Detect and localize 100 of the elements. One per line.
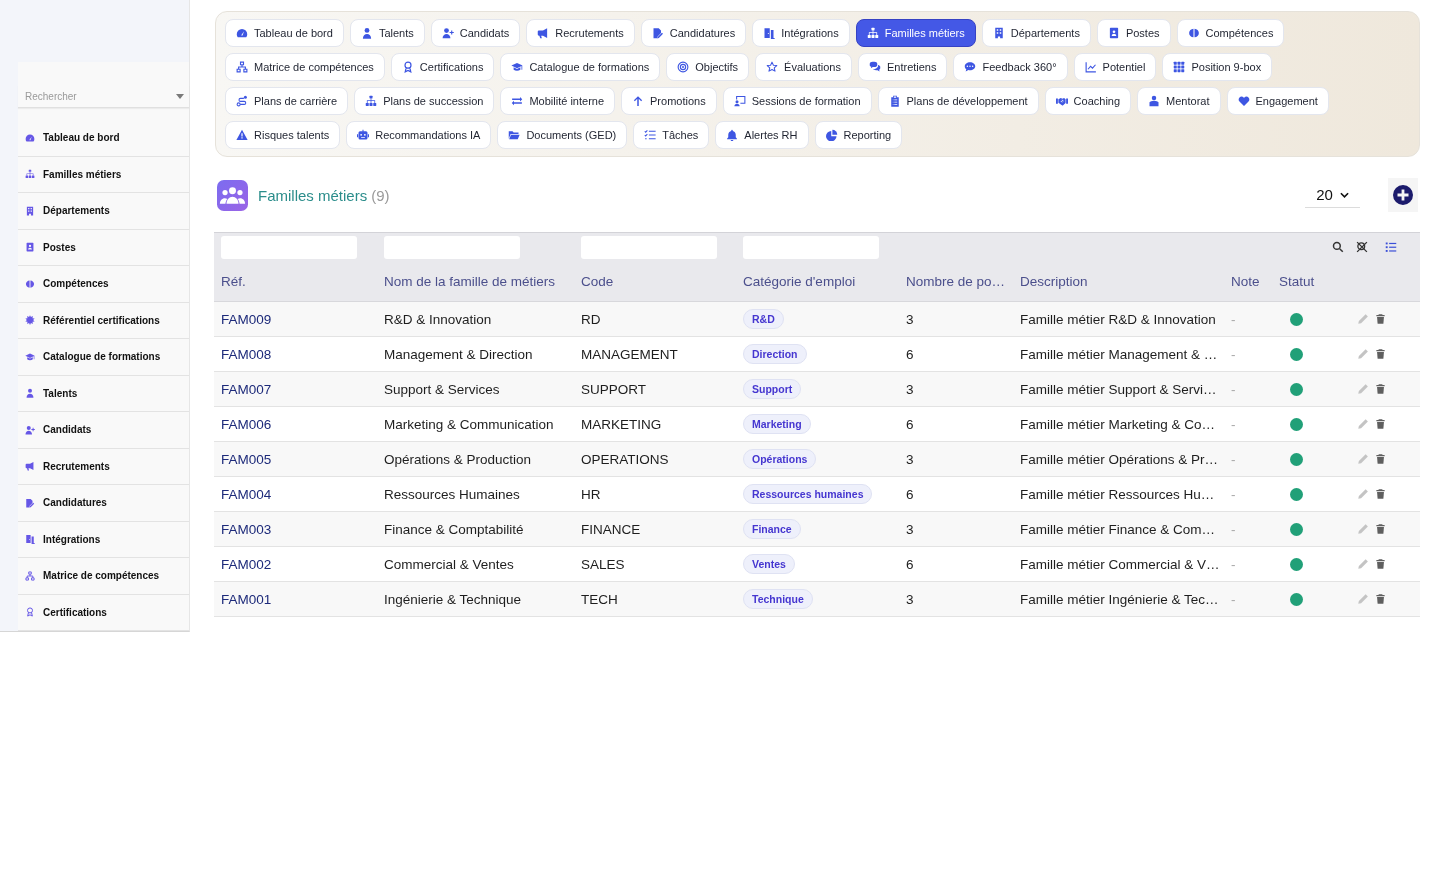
record-link[interactable]: FAM002 <box>221 556 272 572</box>
tab[interactable]: Catalogue de formations <box>500 53 661 81</box>
person-plus-icon <box>25 424 35 435</box>
table-cell: - <box>1224 476 1272 512</box>
record-link[interactable]: FAM008 <box>221 346 272 362</box>
record-link[interactable]: FAM005 <box>221 451 272 467</box>
seal-icon <box>25 315 35 326</box>
tab[interactable]: Recommandations IA <box>346 121 492 149</box>
tab[interactable]: Mentorat <box>1137 87 1221 115</box>
sidebar-item[interactable]: Intégrations <box>18 521 189 558</box>
trash-icon[interactable] <box>1375 313 1386 325</box>
category-tag: R&D <box>743 309 784 329</box>
tab[interactable]: Entretiens <box>857 53 948 81</box>
tab[interactable]: Familles métiers <box>855 19 976 47</box>
search-off-icon[interactable] <box>1356 241 1368 253</box>
tab[interactable]: Plans de carrière <box>225 87 349 115</box>
trash-icon[interactable] <box>1375 523 1386 535</box>
exchange-arrows-icon <box>511 95 524 107</box>
trash-icon[interactable] <box>1375 348 1386 360</box>
grid-icon <box>1173 61 1186 73</box>
tab[interactable]: Potentiel <box>1073 53 1157 81</box>
tab[interactable]: Plans de succession <box>354 87 495 115</box>
tab[interactable]: Alertes RH <box>715 121 809 149</box>
record-link[interactable]: FAM003 <box>221 521 272 537</box>
sidebar-item[interactable]: Certifications <box>18 594 189 631</box>
sidebar-item[interactable]: Tableau de bord <box>18 120 189 157</box>
tab[interactable]: Risques talents <box>225 121 341 149</box>
trash-icon[interactable] <box>1375 558 1386 570</box>
record-link[interactable]: FAM006 <box>221 416 272 432</box>
table-cell: 3 <box>899 301 1013 337</box>
table-cell: SALES <box>574 546 736 582</box>
sidebar-item[interactable]: Matrice de compétences <box>18 558 189 595</box>
tab[interactable]: Certifications <box>390 53 495 81</box>
sidebar-item[interactable]: Compétences <box>18 266 189 303</box>
id-card-icon <box>25 242 35 253</box>
person-icon <box>25 388 35 399</box>
search-icon[interactable] <box>1332 241 1344 253</box>
table-cell: 6 <box>899 406 1013 442</box>
tab[interactable]: Promotions <box>621 87 717 115</box>
tab[interactable]: Évaluations <box>755 53 852 81</box>
sidebar-item[interactable]: Talents <box>18 375 189 412</box>
award-icon <box>401 61 414 73</box>
table-cell: Support & Services <box>377 371 574 407</box>
table-cell: 3 <box>899 441 1013 477</box>
page-size-select[interactable]: 20 <box>1305 182 1360 208</box>
line-chart-icon <box>1084 61 1097 73</box>
page-title: Familles métiers <box>258 186 368 204</box>
add-button[interactable] <box>1388 178 1418 212</box>
search-field[interactable]: Rechercher <box>25 90 176 102</box>
record-link[interactable]: FAM001 <box>221 591 272 607</box>
record-link[interactable]: FAM009 <box>221 311 272 327</box>
megaphone-icon <box>25 461 35 472</box>
sidebar-item[interactable]: Catalogue de formations <box>18 339 189 376</box>
tab[interactable]: Compétences <box>1176 19 1285 47</box>
sidebar-item[interactable]: Départements <box>18 193 189 230</box>
tab[interactable]: Reporting <box>814 121 903 149</box>
sidebar-item[interactable]: Recrutements <box>18 448 189 485</box>
tab[interactable]: Candidatures <box>640 19 747 47</box>
table-cell: - <box>1224 371 1272 407</box>
sidebar-item[interactable]: Candidatures <box>18 485 189 522</box>
tab[interactable]: Sessions de formation <box>722 87 872 115</box>
chat-dots-icon <box>964 61 977 73</box>
tab[interactable]: Matrice de compétences <box>225 53 385 81</box>
tab[interactable]: Plans de développement <box>877 87 1039 115</box>
list-icon[interactable] <box>1385 241 1397 253</box>
trash-icon[interactable] <box>1375 488 1386 500</box>
sidebar-item[interactable]: Postes <box>18 229 189 266</box>
network-icon <box>25 570 35 581</box>
tab[interactable]: Candidats <box>430 19 521 47</box>
trash-icon[interactable] <box>1375 418 1386 430</box>
trash-icon[interactable] <box>1375 383 1386 395</box>
tab[interactable]: Position 9-box <box>1162 53 1273 81</box>
sidebar-item[interactable]: Candidats <box>18 412 189 449</box>
tab[interactable]: Objectifs <box>666 53 750 81</box>
table-cell: - <box>1224 336 1272 372</box>
heart-icon <box>1237 95 1250 107</box>
tab[interactable]: Intégrations <box>752 19 850 47</box>
trash-icon[interactable] <box>1375 593 1386 605</box>
tab[interactable]: Documents (GED) <box>497 121 628 149</box>
tab[interactable]: Postes <box>1096 19 1171 47</box>
route-icon <box>236 95 248 107</box>
tab[interactable]: Feedback 360° <box>953 53 1068 81</box>
hierarchy-icon <box>866 27 879 39</box>
tab[interactable]: Coaching <box>1044 87 1132 115</box>
tab[interactable]: Engagement <box>1226 87 1329 115</box>
checklist-icon <box>644 129 657 141</box>
tab[interactable]: Tableau de bord <box>225 19 344 47</box>
table-cell: - <box>1224 301 1272 337</box>
tab[interactable]: Recrutements <box>526 19 635 47</box>
sidebar-item[interactable]: Familles métiers <box>18 156 189 193</box>
trash-icon[interactable] <box>1375 453 1386 465</box>
tab[interactable]: Départements <box>981 19 1091 47</box>
sidebar-item[interactable]: Référentiel certifications <box>18 302 189 339</box>
tab[interactable]: Tâches <box>633 121 710 149</box>
tab[interactable]: Mobilité interne <box>500 87 616 115</box>
tab[interactable]: Talents <box>349 19 425 47</box>
record-link[interactable]: FAM007 <box>221 381 272 397</box>
column-header: Réf. <box>214 263 377 302</box>
search-combobox[interactable]: Rechercher <box>18 85 189 108</box>
record-link[interactable]: FAM004 <box>221 486 272 502</box>
